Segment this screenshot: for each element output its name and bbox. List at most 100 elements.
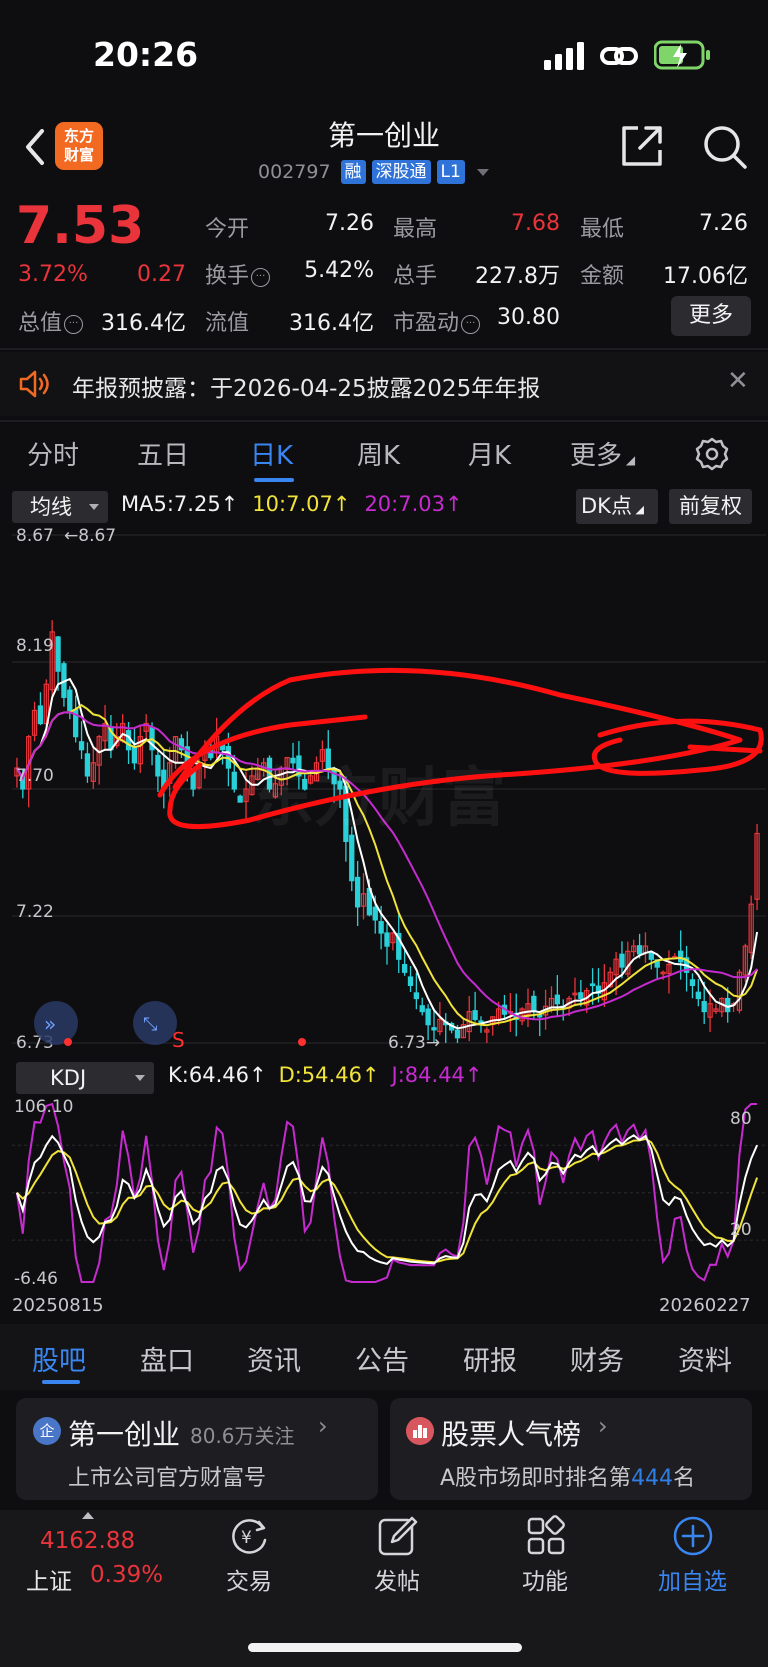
svg-text:¥: ¥ <box>241 1528 252 1548</box>
candle-body <box>689 979 696 986</box>
turnover-value: 5.42% <box>304 258 374 283</box>
ranking-icon <box>406 1417 434 1445</box>
chevron-right-icon: › <box>598 1412 608 1440</box>
ma10-value: 10:7.07↑ <box>252 492 351 516</box>
candle-body <box>354 876 361 908</box>
candle-body <box>155 754 161 777</box>
candle-body <box>378 921 384 934</box>
current-price: 7.53 <box>16 196 145 256</box>
grid-icon[interactable] <box>524 1514 568 1558</box>
stock-code: 002797 <box>258 161 331 183</box>
high-label: 最高 <box>393 217 438 242</box>
candle-body <box>454 1029 461 1039</box>
trade-icon[interactable]: ¥ <box>227 1514 271 1558</box>
change-percent: 3.72% <box>18 262 88 287</box>
indicator-select[interactable]: 均线 <box>12 491 108 523</box>
market-cap-label: 总值 ··· <box>18 305 84 337</box>
card-subtitle: A股市场即时排名第444名 <box>440 1466 696 1491</box>
pe-value: 30.80 <box>497 305 560 330</box>
ma5-value: MA5:7.25↑ <box>121 492 239 516</box>
close-icon[interactable]: ✕ <box>727 366 749 396</box>
signal-dot <box>298 1038 306 1046</box>
expand-icon: ⤡ <box>143 1014 157 1035</box>
card-subtitle: 上市公司官方财富号 <box>68 1466 267 1491</box>
price-axis-label: 8.67 <box>16 526 54 546</box>
tab-order-book[interactable]: 盘口 <box>140 1339 194 1378</box>
low-label: 最低 <box>580 217 625 242</box>
candle-body <box>701 1001 707 1013</box>
low-marker: 6.73→ <box>388 1033 440 1053</box>
candle-body <box>78 741 85 751</box>
tab-daily-k[interactable]: 日K <box>250 435 293 472</box>
rank-number: 444 <box>631 1466 674 1491</box>
tab-financials[interactable]: 财务 <box>570 1339 624 1378</box>
active-tab-indicator <box>254 478 294 482</box>
candle-body <box>725 997 731 1013</box>
chevron-up-icon[interactable] <box>82 1512 94 1519</box>
candle-body <box>419 1005 425 1013</box>
nav-add-watchlist[interactable]: 加自选 <box>658 1562 727 1596</box>
tag-shenzhen-connect: 深股通 <box>371 160 431 184</box>
tab-monthly-k[interactable]: 月K <box>468 435 511 472</box>
gear-icon[interactable] <box>694 436 730 472</box>
tag-margin: 融 <box>340 160 366 184</box>
candle-body <box>349 834 355 882</box>
index-value[interactable]: 4162.88 <box>40 1528 135 1554</box>
open-label: 今开 <box>205 217 250 242</box>
enterprise-icon: 企 <box>33 1417 61 1445</box>
add-watchlist-icon[interactable] <box>671 1514 715 1558</box>
candle-body <box>472 1010 478 1021</box>
tab-news[interactable]: 资讯 <box>247 1339 301 1378</box>
card-title: 股票人气榜 <box>441 1418 582 1451</box>
chevron-right-icon: › <box>318 1412 328 1440</box>
high-marker: ←8.67 <box>64 526 116 546</box>
more-button[interactable]: 更多 <box>671 296 751 336</box>
index-change[interactable]: 0.39% <box>90 1562 163 1588</box>
tab-forum[interactable]: 股吧 <box>32 1339 86 1378</box>
tab-intraday[interactable]: 分时 <box>27 435 79 472</box>
candle-body <box>531 995 537 1013</box>
change-amount: 0.27 <box>137 262 186 287</box>
battery-icon <box>654 40 710 70</box>
volume-label: 总手 <box>393 264 438 289</box>
kdj-axis-label: 80 <box>730 1109 752 1129</box>
active-tab-indicator <box>42 1380 80 1384</box>
announcement-text: 年报预披露：于2026-04-25披露2025年年报 <box>72 376 541 402</box>
tab-announcements[interactable]: 公告 <box>355 1339 409 1378</box>
price-adjust-button[interactable]: 前复权 <box>669 489 752 524</box>
nav-functions[interactable]: 功能 <box>522 1562 568 1596</box>
candle-body <box>131 746 138 764</box>
candle-body <box>237 795 243 803</box>
candlestick-chart[interactable]: 8.67 8.19 7.70 7.22 6.73 ←8.67 6.73→ 东方财… <box>0 525 768 1055</box>
compose-icon[interactable] <box>376 1514 420 1558</box>
tab-more[interactable]: 更多 ◢ <box>570 435 635 472</box>
info-icon[interactable]: ··· <box>251 268 271 287</box>
status-time: 20:26 <box>93 35 199 74</box>
candle-body <box>231 771 237 790</box>
index-name[interactable]: 上证 <box>26 1562 72 1596</box>
candle-body <box>695 991 701 1000</box>
tab-five-day[interactable]: 五日 <box>137 435 189 472</box>
link-icon <box>600 47 638 65</box>
turnover-label: 换手 ··· <box>205 258 271 290</box>
dk-points-button[interactable]: DK点 ◢ <box>576 489 658 524</box>
info-icon[interactable]: ··· <box>64 315 84 334</box>
amount-value: 17.06亿 <box>663 264 748 289</box>
kdj-select[interactable]: KDJ <box>16 1062 154 1094</box>
tab-weekly-k[interactable]: 周K <box>357 435 400 472</box>
tab-research[interactable]: 研报 <box>463 1339 517 1378</box>
chevron-down-icon <box>476 168 489 176</box>
divider <box>0 348 768 350</box>
stock-code-row[interactable]: 002797 融 深股通 L1 <box>258 158 489 186</box>
kdj-chart[interactable]: 106.10 80 20 -6.46 <box>0 1094 768 1296</box>
nav-trade[interactable]: 交易 <box>226 1562 272 1596</box>
card-title: 第一创业 <box>68 1418 181 1451</box>
search-icon[interactable] <box>702 124 748 170</box>
amount-label: 金额 <box>580 264 625 289</box>
nav-post[interactable]: 发帖 <box>374 1562 420 1596</box>
market-cap-value: 316.4亿 <box>101 311 186 336</box>
candle-body <box>37 705 44 725</box>
tab-profile[interactable]: 资料 <box>678 1339 732 1378</box>
share-icon[interactable] <box>620 124 664 168</box>
signal-dot <box>64 1038 72 1046</box>
